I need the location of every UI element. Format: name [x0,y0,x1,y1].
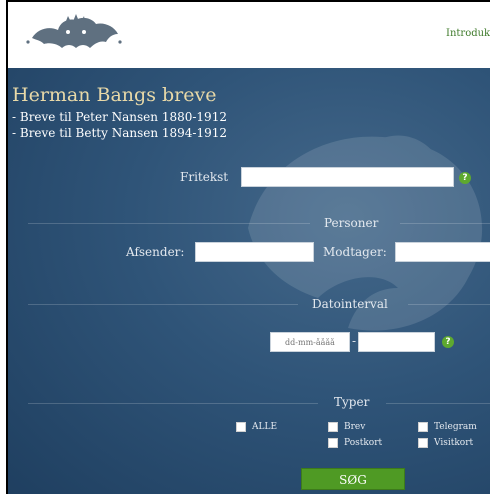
personer-section-label: Personer [324,216,379,230]
dato-section-label: Datointerval [312,297,388,311]
dato-help-icon[interactable]: ? [442,336,454,348]
page-title: Herman Bangs breve [12,84,217,106]
nav-link-introduktion[interactable]: Introdukt [446,28,490,39]
dato-rule-left [28,304,298,305]
typer-section-label: Typer [334,395,370,409]
checkbox-alle[interactable] [236,422,246,432]
personer-rule-left [28,223,310,224]
checkbox-postkort[interactable] [328,438,338,448]
modtager-label: Modtager: [323,245,387,259]
subtitle-peter-nansen[interactable]: - Breve til Peter Nansen 1880-1912 [12,110,227,124]
dato-rule-right [408,304,490,305]
checkbox-telegram-label: Telegram [434,422,477,432]
checkbox-brev-label: Brev [344,422,366,432]
checkbox-brev[interactable] [328,422,338,432]
date-to-input[interactable] [358,332,435,352]
checkbox-visitkort-label: Visitkort [434,438,474,448]
checkbox-telegram[interactable] [418,422,428,432]
afsender-input[interactable] [195,242,314,262]
checkbox-postkort-label: Postkort [344,438,383,448]
lion-crest-logo [26,14,122,48]
modtager-input[interactable] [395,242,490,262]
search-submit-button[interactable]: SØG [301,468,405,490]
typer-rule-right [386,403,490,404]
fritekst-help-icon[interactable]: ? [459,172,471,184]
search-panel: Herman Bangs breve - Breve til Peter Nan… [8,68,490,494]
subtitle-betty-nansen[interactable]: - Breve til Betty Nansen 1894-1912 [12,126,227,140]
site-header: Introdukt [8,2,490,68]
browser-viewport: Introdukt Herman Bangs breve - Breve til… [6,0,490,494]
checkbox-visitkort[interactable] [418,438,428,448]
date-from-input[interactable] [270,332,350,352]
date-separator: - [352,334,357,348]
personer-rule-right [400,223,490,224]
afsender-label: Afsender: [126,245,185,259]
fritekst-input[interactable] [241,167,454,187]
checkbox-alle-label: ALLE [252,422,278,432]
fritekst-label: Fritekst [180,170,229,184]
typer-rule-left [28,403,318,404]
